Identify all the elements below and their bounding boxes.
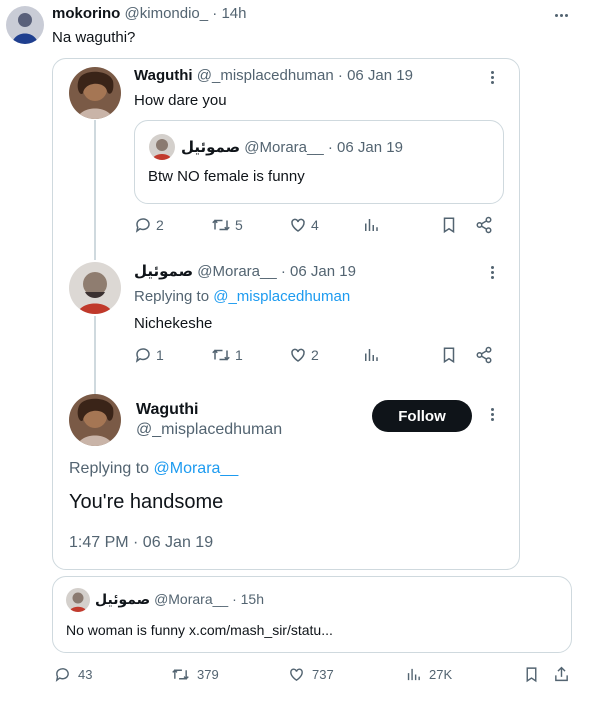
tweet2-avatar[interactable] <box>69 262 121 314</box>
post-views-count: 27K <box>429 667 453 682</box>
share-icon <box>476 216 492 234</box>
tweet1-author-name[interactable]: Waguthi <box>134 67 193 84</box>
views-icon <box>365 219 378 231</box>
repost-icon <box>172 669 189 680</box>
tweet2-like-count: 2 <box>311 347 319 363</box>
replying-to-label: Replying to <box>134 288 210 305</box>
views-icon <box>365 349 378 361</box>
post-header: mokorino @kimondio_ · 14h <box>52 5 247 22</box>
tweet2-author-name[interactable]: صموئيل <box>134 263 193 280</box>
tweet1-header: Waguthi @_misplacedhuman · 06 Jan 19 <box>134 67 413 84</box>
post-repost-button[interactable]: 379 <box>171 666 219 683</box>
post-author-handle[interactable]: @kimondio_ <box>125 5 209 22</box>
quoted-text: Btw NO female is funny <box>148 168 305 185</box>
quote-card[interactable] <box>52 576 572 653</box>
tweet2-repost-count: 1 <box>235 347 243 363</box>
tweet3-avatar[interactable] <box>69 394 121 446</box>
repost-icon <box>212 219 230 231</box>
post-reply-count: 43 <box>78 667 93 682</box>
quoted-date: · 06 Jan 19 <box>327 139 403 156</box>
tweet3-author-name[interactable]: Waguthi <box>136 401 199 419</box>
quote-card-author-name: صموئيل <box>95 591 151 607</box>
share-upload-icon <box>555 666 568 682</box>
reply-icon <box>135 218 150 233</box>
thread-connector-line <box>94 120 96 260</box>
tweet2-repost-button[interactable]: 1 <box>211 346 243 364</box>
tweet3-replying-to: Replying to @Morara__ <box>69 460 238 478</box>
tweet2-replying-to: Replying to @_misplacedhuman <box>134 288 350 305</box>
tweet3-text: You're handsome <box>69 491 224 513</box>
quote-card-header: صموئيل @Morara__ · 15h <box>95 591 264 608</box>
tweet1-bookmark-button[interactable] <box>440 216 458 234</box>
post-more-ellipsis-icon[interactable] <box>553 14 568 18</box>
quoted-author-name: صموئيل <box>181 139 241 156</box>
quote-card-text: No woman is funny x.com/mash_sir/statu..… <box>66 622 333 638</box>
reply-icon <box>135 348 150 363</box>
follow-button[interactable]: Follow <box>372 400 472 432</box>
replying-to-handle-link[interactable]: @Morara__ <box>154 460 239 477</box>
post-like-button[interactable]: 737 <box>288 666 334 683</box>
post-views-button[interactable]: 27K <box>405 666 452 683</box>
tweet2-reply-count: 1 <box>156 347 164 363</box>
tweet2-date[interactable]: · 06 Jan 19 <box>281 263 356 280</box>
views-icon <box>407 668 420 681</box>
post-reply-button[interactable]: 43 <box>54 666 92 683</box>
post-author-avatar[interactable] <box>6 6 44 44</box>
bookmark-icon <box>443 347 455 364</box>
quote-card-author-handle: @Morara__ <box>154 591 229 607</box>
tweet2-more-ellipsis-icon[interactable] <box>491 266 495 281</box>
tweet3-more-ellipsis-icon[interactable] <box>491 408 495 423</box>
tweet1-share-button[interactable] <box>475 216 493 234</box>
tweet1-avatar[interactable] <box>69 67 121 119</box>
tweet1-author-handle[interactable]: @_misplacedhuman <box>197 67 334 84</box>
post-share-button[interactable] <box>553 665 570 683</box>
quote-card-avatar <box>66 588 90 612</box>
share-icon <box>476 346 492 364</box>
tweet3-timestamp[interactable]: 1:47 PM · 06 Jan 19 <box>69 534 213 552</box>
post-like-count: 737 <box>312 667 334 682</box>
bookmark-icon <box>526 667 537 683</box>
post-bookmark-button[interactable] <box>523 666 540 683</box>
tweet1-like-button[interactable]: 4 <box>289 216 319 234</box>
tweet1-like-count: 4 <box>311 217 319 233</box>
tweet3-author-handle[interactable]: @_misplacedhuman <box>136 421 282 439</box>
tweet2-share-button[interactable] <box>475 346 493 364</box>
quoted-header: صموئيل @Morara__ · 06 Jan 19 <box>181 138 403 156</box>
tweet2-text: Nichekeshe <box>134 315 213 332</box>
tweet2-header: صموئيل @Morara__ · 06 Jan 19 <box>134 262 356 280</box>
quote-card-time: · 15h <box>232 591 265 607</box>
thread-connector-line <box>94 316 96 396</box>
bookmark-icon <box>443 217 455 234</box>
replying-to-handle-link[interactable]: @_misplacedhuman <box>213 288 350 305</box>
quoted-author-handle: @Morara__ <box>244 139 324 156</box>
tweet2-reply-button[interactable]: 1 <box>134 346 164 364</box>
tweet2-bookmark-button[interactable] <box>440 346 458 364</box>
tweet1-repost-button[interactable]: 5 <box>211 216 243 234</box>
tweet1-date[interactable]: · 06 Jan 19 <box>338 67 413 84</box>
tweet1-text: How dare you <box>134 92 227 109</box>
tweet2-like-button[interactable]: 2 <box>289 346 319 364</box>
replying-to-label: Replying to <box>69 460 150 477</box>
tweet1-reply-count: 2 <box>156 217 164 233</box>
repost-icon <box>212 349 230 361</box>
tweet1-quoted-card[interactable] <box>134 120 504 204</box>
post-text: Na waguthi? <box>52 29 136 46</box>
post-repost-count: 379 <box>197 667 219 682</box>
post-author-name[interactable]: mokorino <box>52 5 120 22</box>
post-time[interactable]: · 14h <box>212 5 246 22</box>
tweet2-views-button[interactable] <box>362 346 380 364</box>
tweet1-repost-count: 5 <box>235 217 243 233</box>
like-icon <box>291 218 305 232</box>
reply-icon <box>55 668 69 682</box>
tweet1-reply-button[interactable]: 2 <box>134 216 164 234</box>
like-icon <box>291 348 305 362</box>
tweet1-more-ellipsis-icon[interactable] <box>491 71 495 86</box>
tweet1-views-button[interactable] <box>362 216 380 234</box>
quoted-avatar <box>149 134 175 160</box>
like-icon <box>290 668 303 682</box>
tweet2-author-handle[interactable]: @Morara__ <box>197 263 276 280</box>
